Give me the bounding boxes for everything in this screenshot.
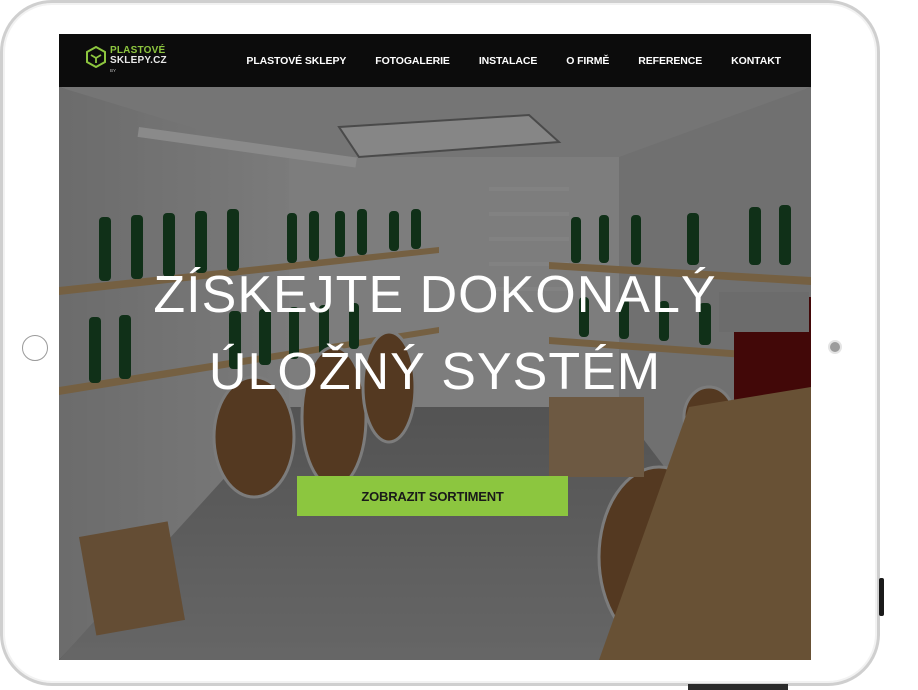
screen: PLASTOVÉ SKLEPY.CZ BY PLASTOVÉ SKLEPY FO… <box>59 34 811 660</box>
logo-text: PLASTOVÉ SKLEPY.CZ <box>110 46 167 66</box>
nav-item-plastove-sklepy[interactable]: PLASTOVÉ SKLEPY <box>246 55 346 67</box>
logo-by: BY <box>110 68 117 73</box>
hero-section: ZÍSKEJTE DOKONALÝ ÚLOŽNÝ SYSTÉM ZOBRAZIT… <box>59 87 811 660</box>
device-shadow <box>688 684 788 690</box>
main-nav: PLASTOVÉ SKLEPY FOTOGALERIE INSTALACE O … <box>217 34 781 87</box>
site-logo[interactable]: PLASTOVÉ SKLEPY.CZ BY <box>86 46 206 78</box>
logo-line2: SKLEPY.CZ <box>110 55 167 66</box>
hero-headline-line1: ZÍSKEJTE DOKONALÝ <box>153 266 717 324</box>
tablet-side-button <box>879 578 884 616</box>
top-navbar: PLASTOVÉ SKLEPY.CZ BY PLASTOVÉ SKLEPY FO… <box>59 34 811 87</box>
hero-headline-line2: ÚLOŽNÝ SYSTÉM <box>208 343 662 401</box>
nav-item-o-firme[interactable]: O FIRMĚ <box>566 55 609 67</box>
camera-icon <box>830 342 840 352</box>
nav-item-instalace[interactable]: INSTALACE <box>479 55 538 67</box>
home-button[interactable] <box>22 335 48 361</box>
nav-item-reference[interactable]: REFERENCE <box>638 55 702 67</box>
show-assortment-button[interactable]: ZOBRAZIT SORTIMENT <box>297 476 568 516</box>
nav-item-kontakt[interactable]: KONTAKT <box>731 55 781 67</box>
nav-item-fotogalerie[interactable]: FOTOGALERIE <box>375 55 450 67</box>
hexagon-box-icon <box>86 45 106 69</box>
hero-headline: ZÍSKEJTE DOKONALÝ ÚLOŽNÝ SYSTÉM <box>59 257 811 411</box>
